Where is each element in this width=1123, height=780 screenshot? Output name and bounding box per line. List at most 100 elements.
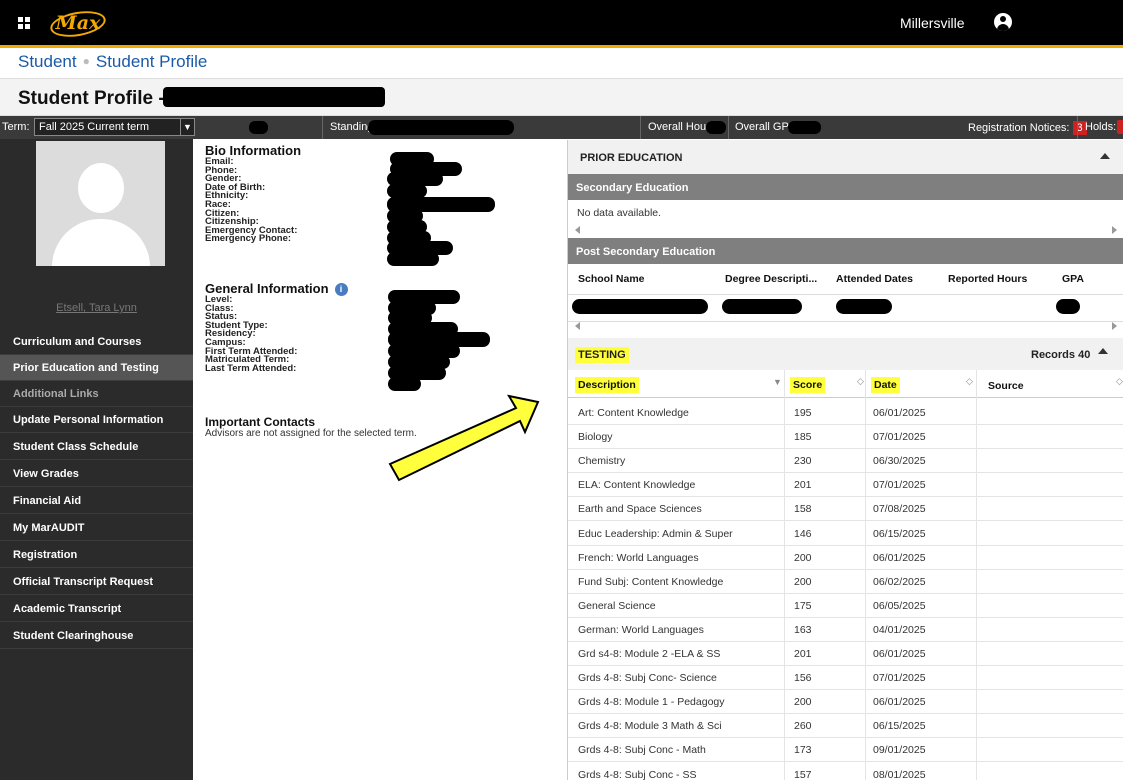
nav-view-grades[interactable]: View Grades <box>0 461 193 487</box>
cell-description: Grds 4-8: Subj Conc - SS <box>578 768 697 780</box>
table-row[interactable]: Fund Subj: Content Knowledge 200 06/02/202… <box>568 570 1123 594</box>
cell-score: 200 <box>794 575 812 588</box>
col-score[interactable]: Score <box>790 377 826 393</box>
col-degree-description[interactable]: Degree Descripti... <box>725 273 817 285</box>
cell-description: German: World Languages <box>578 623 704 636</box>
col-reported-hours[interactable]: Reported Hours <box>948 273 1027 285</box>
cell-score: 173 <box>794 744 812 757</box>
nav-prior-education-and-testing[interactable]: Prior Education and Testing <box>0 355 193 381</box>
testing-title: TESTING <box>575 347 629 363</box>
max-logo[interactable]: Max <box>48 7 108 41</box>
redacted-student-name <box>163 87 385 107</box>
nav-my-maraudit[interactable]: My MarAUDIT <box>0 515 193 541</box>
scroll-right-icon[interactable] <box>1112 226 1117 234</box>
nav-official-transcript-request[interactable]: Official Transcript Request <box>0 569 193 595</box>
redacted-value <box>788 121 821 134</box>
term-select-value: Fall 2025 Current term <box>39 121 150 133</box>
col-description[interactable]: Description <box>575 377 639 393</box>
term-bar: Term: Fall 2025 Current term ▼ Standing … <box>0 116 1123 139</box>
brand-stripe <box>0 45 1123 48</box>
table-row[interactable]: Earth and Space Sciences 158 07/08/2025 <box>568 497 1123 522</box>
scroll-left-icon[interactable] <box>575 322 580 330</box>
post-secondary-education-header: Post Secondary Education <box>568 238 1123 264</box>
cell-score: 200 <box>794 696 812 709</box>
chevron-up-icon[interactable] <box>1100 153 1110 159</box>
cell-date: 06/02/2025 <box>873 575 926 588</box>
sort-icon[interactable]: ◇ <box>966 376 973 387</box>
institution-name: Millersville <box>900 15 965 31</box>
cell-description: Educ Leadership: Admin & Super <box>578 527 733 540</box>
secondary-empty-message: No data available. <box>577 207 662 219</box>
col-gpa[interactable]: GPA <box>1062 273 1084 285</box>
nav-academic-transcript[interactable]: Academic Transcript <box>0 596 193 622</box>
student-name-link[interactable]: Etsell, Tara Lynn <box>0 302 193 314</box>
cell-date: 06/15/2025 <box>873 527 926 540</box>
general-field-label: Last Term Attended: <box>205 362 297 374</box>
cell-date: 06/01/2025 <box>873 551 926 564</box>
post-secondary-row <box>568 295 1123 322</box>
table-row[interactable]: ELA: Content Knowledge 201 07/01/2025 <box>568 473 1123 498</box>
cell-date: 08/01/2025 <box>873 768 926 780</box>
cell-description: ELA: Content Knowledge <box>578 479 696 492</box>
cell-score: 260 <box>794 720 812 733</box>
cell-score: 195 <box>794 407 812 419</box>
chevron-up-icon[interactable] <box>1098 348 1108 354</box>
cell-score: 157 <box>794 768 812 780</box>
table-row[interactable]: Grds 4-8: Module 3 Math & Sci 260 06/15/20… <box>568 714 1123 739</box>
breadcrumb-current[interactable]: Student Profile <box>96 52 208 71</box>
table-row[interactable]: German: World Languages 163 04/01/2025 <box>568 618 1123 642</box>
term-select[interactable]: Fall 2025 Current term ▼ <box>34 118 195 136</box>
table-row[interactable]: Grds 4-8: Subj Conc - SS 157 08/01/2025 <box>568 763 1123 780</box>
nav-student-clearinghouse[interactable]: Student Clearinghouse <box>0 623 193 649</box>
table-row[interactable]: Educ Leadership: Admin & Super 146 06/15/2… <box>568 522 1123 546</box>
records-count: Records 40 <box>1031 349 1091 361</box>
nav-student-class-schedule[interactable]: Student Class Schedule <box>0 434 193 460</box>
testing-header[interactable]: TESTING Records 40 <box>568 338 1123 370</box>
cell-score: 230 <box>794 455 812 468</box>
nav-update-personal-information[interactable]: Update Personal Information <box>0 407 193 433</box>
app-grid-icon[interactable] <box>18 17 30 29</box>
important-contacts-heading: Important Contacts <box>205 415 316 429</box>
info-icon[interactable]: i <box>334 283 348 296</box>
cell-description: Grd s4-8: Module 2 -ELA & SS <box>578 648 721 660</box>
col-source[interactable]: Source <box>988 380 1024 392</box>
table-row[interactable]: Grds 4-8: Subj Conc - Math 173 09/01/2025 <box>568 738 1123 763</box>
cell-description: Grds 4-8: Subj Conc - Math <box>578 744 706 757</box>
sort-icon[interactable]: ▼ <box>773 377 782 387</box>
bio-fields: Email: Phone: Gender: Date of Birth: Eth… <box>205 157 297 244</box>
table-row[interactable]: French: World Languages 200 06/01/2025 <box>568 546 1123 570</box>
col-school-name[interactable]: School Name <box>578 273 645 285</box>
divider <box>728 116 729 139</box>
nav-registration[interactable]: Registration <box>0 542 193 568</box>
table-row[interactable]: Biology 185 07/01/2025 <box>568 425 1123 450</box>
table-row[interactable]: Grds 4-8: Subj Conc- Science 156 07/01/202… <box>568 666 1123 691</box>
cell-date: 06/05/2025 <box>873 599 926 612</box>
sort-icon[interactable]: ◇ <box>1116 376 1123 387</box>
cell-date: 06/01/2025 <box>873 407 926 419</box>
scroll-left-icon[interactable] <box>575 226 580 234</box>
redacted-value <box>706 121 726 134</box>
cell-date: 06/01/2025 <box>873 696 926 709</box>
table-row[interactable]: Grd s4-8: Module 2 -ELA & SS 201 06/01/202… <box>568 642 1123 666</box>
cell-date: 04/01/2025 <box>873 623 926 636</box>
col-attended-dates[interactable]: Attended Dates <box>836 273 913 285</box>
breadcrumb-student-link[interactable]: Student <box>18 52 77 71</box>
registration-notices[interactable]: Registration Notices: 3 <box>968 121 1087 135</box>
cell-date: 07/01/2025 <box>873 431 926 444</box>
nav-curriculum-and-courses[interactable]: Curriculum and Courses <box>0 329 193 355</box>
nav-financial-aid[interactable]: Financial Aid <box>0 488 193 514</box>
prior-education-header[interactable]: PRIOR EDUCATION <box>568 140 1123 174</box>
table-row[interactable]: Grds 4-8: Module 1 - Pedagogy 200 06/01/20… <box>568 690 1123 715</box>
cell-date: 09/01/2025 <box>873 744 926 757</box>
title-row: Student Profile - <box>0 79 1123 116</box>
sort-icon[interactable]: ◇ <box>857 376 864 387</box>
table-row[interactable]: General Science 175 06/05/2025 <box>568 594 1123 618</box>
table-row[interactable]: Chemistry 230 06/30/2025 <box>568 449 1123 474</box>
user-avatar-icon[interactable] <box>994 13 1012 31</box>
table-row[interactable]: Art: Content Knowledge 195 06/01/2025 <box>568 401 1123 425</box>
cell-score: 163 <box>794 623 812 636</box>
col-date[interactable]: Date <box>871 377 900 393</box>
scroll-right-icon[interactable] <box>1112 322 1117 330</box>
holds-label[interactable]: Holds: <box>1085 121 1116 133</box>
cell-description: Grds 4-8: Module 3 Math & Sci <box>578 720 722 733</box>
